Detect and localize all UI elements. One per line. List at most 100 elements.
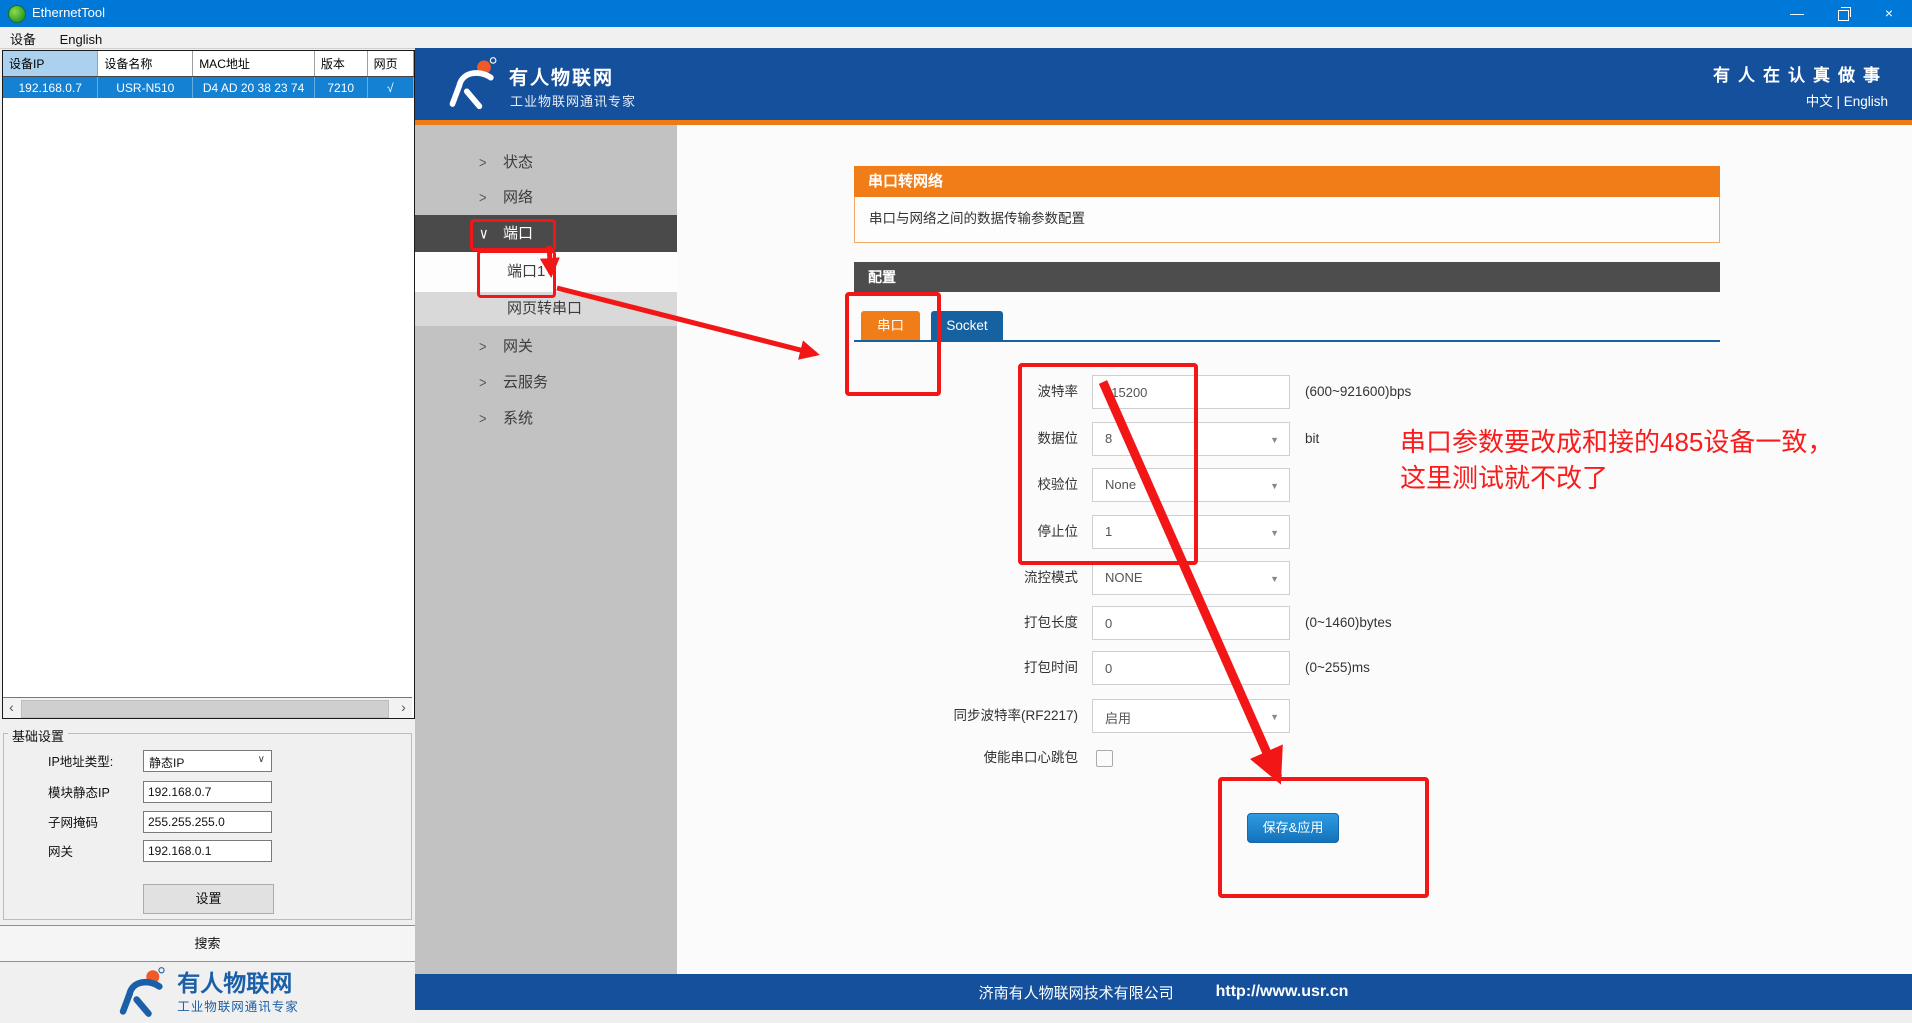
search-button[interactable]: 搜索 — [0, 925, 415, 962]
col-version[interactable]: 版本 — [314, 51, 368, 77]
ip-type-label: IP地址类型: — [48, 755, 114, 769]
web-brand-slogan: 工业物联网通讯专家 — [510, 94, 637, 109]
footer-url[interactable]: http://www.usr.cn — [1216, 983, 1349, 1001]
menu-english[interactable]: English — [50, 30, 113, 49]
device-mac: D4 AD 20 38 23 74 — [192, 76, 315, 98]
webview: 有人物联网 工业物联网通讯专家 有人在认真做事 中文 | English > 状… — [415, 48, 1912, 1023]
device-table-header: 设备IP 设备名称 MAC地址 版本 网页 — [3, 51, 415, 77]
baudrate-hint: (600~921600)bps — [1305, 384, 1412, 399]
chevron-right-icon: > — [479, 409, 487, 428]
gateway-field[interactable] — [143, 840, 272, 862]
app-icon — [8, 5, 26, 23]
device-version: 7210 — [314, 76, 368, 98]
baudrate-field[interactable] — [1092, 375, 1290, 409]
form-row-heartbeat: 使能串口心跳包 — [677, 750, 1877, 767]
basic-settings-title: 基础设置 — [8, 726, 69, 745]
titlebar: EthernetTool — × — [0, 0, 1912, 27]
subnet-mask-field[interactable] — [143, 811, 272, 833]
subnet-mask-label: 子网掩码 — [48, 816, 99, 830]
packtime-field[interactable] — [1092, 651, 1290, 685]
flowcontrol-select[interactable]: NONE ▼ — [1092, 561, 1290, 595]
sidebar-item-gateway[interactable]: > 网关 — [415, 329, 677, 364]
sidebar-item-network[interactable]: > 网络 — [415, 180, 677, 215]
scroll-right-icon[interactable]: › — [395, 698, 412, 718]
content-background — [677, 125, 1912, 974]
tab-underline — [854, 340, 1720, 342]
heartbeat-checkbox[interactable] — [1096, 750, 1113, 767]
gateway-label: 网关 — [48, 845, 74, 859]
dropdown-icon: ▼ — [1270, 435, 1279, 445]
scroll-left-icon[interactable]: ‹ — [3, 698, 20, 718]
packtime-hint: (0~255)ms — [1305, 660, 1370, 675]
parity-select[interactable]: None ▼ — [1092, 468, 1290, 502]
sidebar-item-web-to-serial[interactable]: 网页转串口 — [415, 292, 677, 326]
close-button[interactable]: × — [1866, 0, 1912, 27]
sidebar-item-system[interactable]: > 系统 — [415, 401, 677, 436]
syncbaud-label: 同步波特率(RF2217) — [953, 708, 1078, 723]
save-apply-button[interactable]: 保存&应用 — [1247, 813, 1339, 843]
menu-device[interactable]: 设备 — [0, 27, 46, 50]
minimize-icon: — — [1790, 5, 1804, 21]
col-device-name[interactable]: 设备名称 — [97, 51, 194, 77]
web-tagline: 有人在认真做事 — [1713, 66, 1888, 85]
col-device-ip[interactable]: 设备IP — [3, 51, 99, 77]
web-brand-name: 有人物联网 — [509, 68, 615, 89]
usr-logo-icon-white — [449, 57, 497, 110]
restore-icon — [1837, 7, 1851, 21]
tab-socket[interactable]: Socket — [931, 311, 1003, 341]
heartbeat-label: 使能串口心跳包 — [983, 750, 1079, 765]
databits-hint: bit — [1305, 431, 1320, 446]
col-webpage[interactable]: 网页 — [367, 51, 415, 77]
stopbits-label: 停止位 — [1037, 524, 1079, 539]
form-row-parity: 校验位 None ▼ — [677, 468, 1877, 502]
ip-type-select[interactable]: 静态IP ∨ — [143, 750, 272, 772]
form-row-packlength: 打包长度 (0~1460)bytes — [677, 606, 1877, 640]
form-row-stopbits: 停止位 1 ▼ — [677, 515, 1877, 549]
col-mac[interactable]: MAC地址 — [192, 51, 315, 77]
syncbaud-select[interactable]: 启用 ▼ — [1092, 699, 1290, 733]
minimize-button[interactable]: — — [1774, 0, 1820, 27]
form-row-baudrate: 波特率 (600~921600)bps — [677, 375, 1877, 409]
set-button[interactable]: 设置 — [143, 884, 274, 914]
dropdown-icon: ▼ — [1270, 712, 1279, 722]
ip-type-value: 静态IP — [149, 756, 185, 770]
menubar: 设备 English — [0, 27, 1912, 49]
form-row-packtime: 打包时间 (0~255)ms — [677, 651, 1877, 685]
form-row-databits: 数据位 8 ▼ bit — [677, 422, 1877, 456]
close-icon: × — [1884, 5, 1894, 21]
restore-button[interactable] — [1820, 0, 1866, 27]
language-switch[interactable]: 中文 | English — [1806, 90, 1888, 110]
static-ip-field[interactable] — [143, 781, 272, 803]
sidebar-item-port[interactable]: ∨ 端口 — [415, 215, 677, 252]
stopbits-select[interactable]: 1 ▼ — [1092, 515, 1290, 549]
device-webpage-link-icon[interactable]: √ — [367, 76, 415, 98]
packlength-hint: (0~1460)bytes — [1305, 615, 1392, 630]
static-ip-label: 模块静态IP — [48, 786, 110, 800]
sidebar-item-status[interactable]: > 状态 — [415, 145, 677, 180]
usr-logo: 有人物联网 工业物联网通讯专家 — [0, 962, 415, 1023]
sidebar-item-port1[interactable]: 端口1 — [415, 252, 677, 292]
dropdown-icon: ▼ — [1270, 481, 1279, 491]
packtime-label: 打包时间 — [1024, 660, 1078, 675]
usr-logo-name: 有人物联网 — [177, 969, 293, 996]
databits-select[interactable]: 8 ▼ — [1092, 422, 1290, 456]
config-section-title: 配置 — [854, 262, 1720, 292]
window-title: EthernetTool — [32, 5, 105, 20]
sidebar-item-cloud[interactable]: > 云服务 — [415, 365, 677, 400]
chevron-right-icon: > — [479, 337, 487, 356]
page-description: 串口与网络之间的数据传输参数配置 — [854, 197, 1720, 243]
form-row-flowcontrol: 流控模式 NONE ▼ — [677, 561, 1877, 595]
dropdown-icon: ▼ — [1270, 528, 1279, 538]
scrollbar-thumb[interactable] — [21, 700, 389, 718]
tab-serial[interactable]: 串口 — [861, 311, 920, 341]
web-header: 有人物联网 工业物联网通讯专家 有人在认真做事 中文 | English — [415, 48, 1912, 120]
parity-label: 校验位 — [1037, 477, 1079, 492]
packlength-field[interactable] — [1092, 606, 1290, 640]
baudrate-label: 波特率 — [1037, 384, 1079, 399]
page-title: 串口转网络 — [854, 166, 1720, 197]
device-row[interactable]: 192.168.0.7 USR-N510 D4 AD 20 38 23 74 7… — [3, 76, 415, 98]
databits-label: 数据位 — [1037, 431, 1079, 446]
horizontal-scrollbar[interactable]: ‹ › — [3, 697, 412, 718]
usr-logo-icon — [120, 966, 165, 1017]
flowcontrol-label: 流控模式 — [1024, 570, 1078, 585]
